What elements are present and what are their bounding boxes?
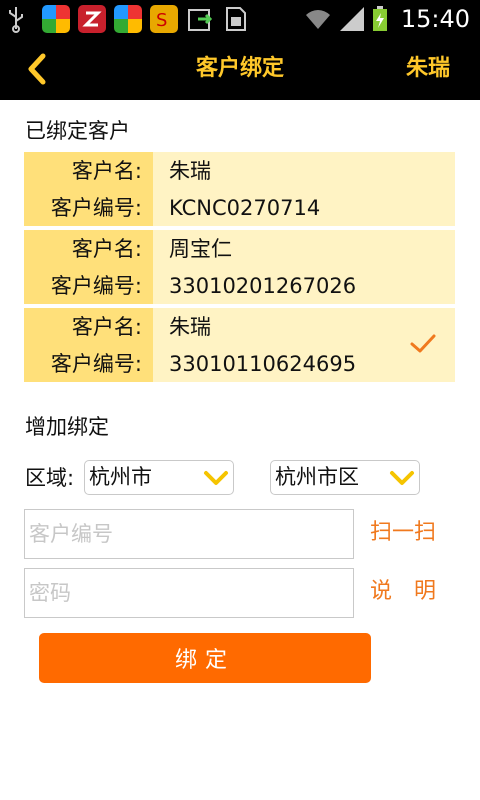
customer-number-label: 客户编号: — [50, 274, 142, 298]
customer-name: 朱瑞 — [169, 159, 211, 183]
chevron-down-icon — [204, 471, 228, 485]
app-icon — [42, 5, 70, 33]
clock: 15:40 — [400, 5, 470, 33]
district-select-value: 杭州市区 — [275, 465, 359, 489]
bound-customers-title: 已绑定客户 — [25, 119, 130, 143]
customer-number: 33010201267026 — [169, 274, 357, 298]
district-select[interactable]: 杭州市区 — [270, 460, 420, 495]
sim-icon — [226, 7, 246, 31]
app-icon — [114, 5, 142, 33]
status-bar: S 15:40 — [0, 0, 480, 38]
customer-number-input[interactable] — [24, 509, 354, 559]
customer-card[interactable]: 客户名: 朱瑞 客户编号: KCNC0270714 — [24, 152, 455, 226]
customer-name-label: 客户名: — [71, 237, 142, 261]
customer-number-label: 客户编号: — [50, 196, 142, 220]
header: 客户绑定 朱瑞 — [0, 38, 480, 100]
app-icon — [188, 9, 213, 31]
wifi-icon — [306, 10, 330, 29]
chevron-left-icon[interactable] — [22, 52, 56, 86]
usb-icon — [9, 7, 23, 33]
region-label: 区域: — [25, 466, 75, 490]
app-icon: S — [150, 5, 178, 33]
customer-card[interactable]: 客户名: 周宝仁 客户编号: 33010201267026 — [24, 230, 455, 304]
customer-name-label: 客户名: — [71, 159, 142, 183]
customer-number-label: 客户编号: — [50, 352, 142, 376]
customer-name-label: 客户名: — [71, 315, 142, 339]
explain-link[interactable]: 说 明 — [370, 577, 436, 607]
customer-name: 朱瑞 — [169, 315, 211, 339]
customer-card-selected[interactable]: 客户名: 朱瑞 客户编号: 33010110624695 — [24, 308, 455, 382]
bound-customer-list: 客户名: 朱瑞 客户编号: KCNC0270714 客户名: 周宝仁 客户编号:… — [24, 152, 455, 386]
current-user[interactable]: 朱瑞 — [406, 38, 450, 100]
add-binding-title: 增加绑定 — [25, 415, 109, 439]
checkmark-icon — [410, 334, 436, 353]
city-select[interactable]: 杭州市 — [84, 460, 234, 495]
app-icon — [78, 5, 106, 33]
svg-text:S: S — [156, 10, 167, 31]
city-select-value: 杭州市 — [89, 465, 152, 489]
password-input[interactable] — [24, 568, 354, 618]
battery-charging-icon — [373, 6, 387, 31]
scan-link[interactable]: 扫一扫 — [370, 518, 436, 548]
chevron-down-icon — [390, 471, 414, 485]
signal-icon — [340, 7, 364, 31]
bind-button[interactable]: 绑定 — [39, 633, 371, 683]
customer-name: 周宝仁 — [169, 237, 232, 261]
customer-number: KCNC0270714 — [169, 196, 321, 220]
customer-number: 33010110624695 — [169, 352, 357, 376]
